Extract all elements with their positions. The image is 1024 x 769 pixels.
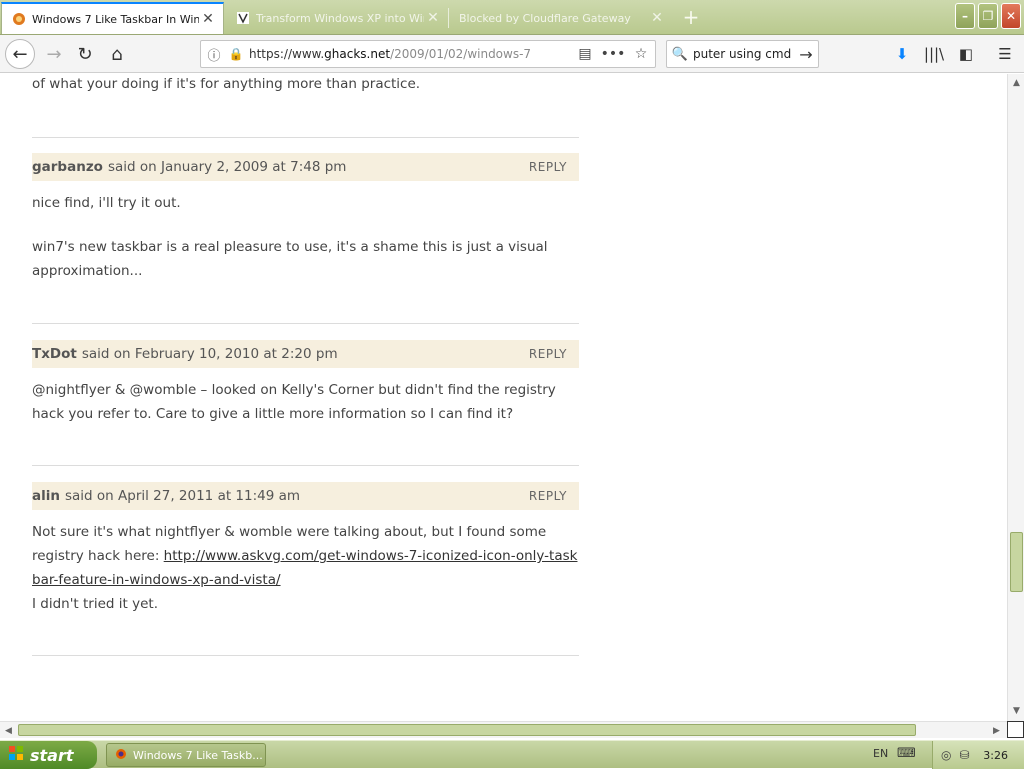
close-tab-icon[interactable]: ✕ xyxy=(424,9,442,27)
firefox-icon xyxy=(115,748,127,763)
close-window-button[interactable]: ✕ xyxy=(1001,3,1021,29)
comment-divider xyxy=(32,465,579,466)
os-taskbar: start Windows 7 Like Taskb... EN ⌨ ◎ ⛁ 3… xyxy=(0,740,1024,769)
browser-window: Windows 7 Like Taskbar In Window ✕ Trans… xyxy=(0,0,1024,740)
clock[interactable]: 3:26 xyxy=(983,749,1008,762)
windows-flag-icon xyxy=(8,745,24,765)
keyboard-icon[interactable]: ⌨ xyxy=(897,746,916,761)
search-bar[interactable]: 🔍 puter using cmd → xyxy=(666,40,819,68)
url-bar[interactable]: ⓘ 🔒 https://www.ghacks.net/2009/01/02/wi… xyxy=(200,40,656,68)
scroll-up-icon[interactable]: ▲ xyxy=(1010,76,1023,89)
horizontal-scrollbar[interactable]: ◀ ▶ xyxy=(0,721,1007,738)
comment-paragraph: @nightflyer & @womble – looked on Kelly'… xyxy=(32,382,556,422)
vertical-scroll-thumb[interactable] xyxy=(1010,532,1023,592)
comment-paragraph: Not sure it's what nightflyer & womble w… xyxy=(32,524,578,612)
taskbar-window-button[interactable]: Windows 7 Like Taskb... xyxy=(106,743,266,767)
minimize-button[interactable]: – xyxy=(955,3,975,29)
start-button[interactable]: start xyxy=(0,741,97,769)
url-text[interactable]: https://www.ghacks.net/2009/01/02/window… xyxy=(245,47,571,61)
reload-icon[interactable]: ↻ xyxy=(71,40,99,68)
tab-windows7-taskbar[interactable]: Windows 7 Like Taskbar In Window ✕ xyxy=(1,2,224,34)
previous-comment-tail: of what your doing if it's for anything … xyxy=(32,76,421,92)
comment-divider xyxy=(32,655,579,656)
tab-transform-xp[interactable]: Transform Windows XP into Wind ✕ xyxy=(226,2,448,34)
comment-author[interactable]: alin xyxy=(32,488,60,504)
sidebar-icon[interactable]: ◧ xyxy=(953,41,979,67)
tab-strip: Windows 7 Like Taskbar In Window ✕ Trans… xyxy=(0,0,1024,35)
search-go-icon[interactable]: → xyxy=(794,45,818,64)
comment-date: said on January 2, 2009 at 7:48 pm xyxy=(107,159,347,175)
close-tab-icon[interactable]: ✕ xyxy=(648,9,666,27)
scroll-down-icon[interactable]: ▼ xyxy=(1010,704,1023,717)
download-icon[interactable]: ⬇ xyxy=(889,41,915,67)
comment-author[interactable]: TxDot xyxy=(32,346,77,362)
scroll-left-icon[interactable]: ◀ xyxy=(2,724,15,737)
horizontal-scroll-thumb[interactable] xyxy=(18,724,916,736)
lock-icon[interactable]: 🔒 xyxy=(227,47,245,61)
ghacks-icon xyxy=(12,12,26,26)
comment-author[interactable]: garbanzo xyxy=(32,159,103,175)
close-tab-icon[interactable]: ✕ xyxy=(199,10,217,28)
comment-paragraph: win7's new taskbar is a real pleasure to… xyxy=(32,239,548,279)
safely-remove-icon[interactable]: ⛁ xyxy=(959,748,969,762)
reply-link[interactable]: REPLY xyxy=(529,160,567,174)
system-tray: ◎ ⛁ 3:26 xyxy=(932,741,1024,769)
reply-link[interactable]: REPLY xyxy=(529,489,567,503)
bookmark-star-icon[interactable]: ☆ xyxy=(627,46,655,62)
page-content: of what your doing if it's for anything … xyxy=(0,74,1007,721)
reader-view-icon[interactable]: ▤ xyxy=(571,46,599,62)
comment-date: said on April 27, 2011 at 11:49 am xyxy=(64,488,301,504)
forward-icon[interactable]: → xyxy=(40,40,68,68)
tab-title: Blocked by Cloudflare Gateway xyxy=(459,11,631,25)
comment-divider xyxy=(32,137,579,138)
hamburger-menu-icon[interactable]: ☰ xyxy=(992,41,1018,67)
info-icon[interactable]: ⓘ xyxy=(201,45,227,64)
home-icon[interactable]: ⌂ xyxy=(103,40,131,68)
scroll-right-icon[interactable]: ▶ xyxy=(990,724,1003,737)
comment-divider xyxy=(32,323,579,324)
search-input[interactable]: puter using cmd xyxy=(693,47,794,61)
bookmark-icon xyxy=(236,11,250,25)
search-icon: 🔍 xyxy=(671,46,689,62)
comment-header: garbanzo said on January 2, 2009 at 7:48… xyxy=(32,153,579,181)
reply-link[interactable]: REPLY xyxy=(529,347,567,361)
tab-title: Transform Windows XP into Wind xyxy=(256,11,424,25)
back-icon[interactable]: ← xyxy=(5,39,35,69)
comment-header: alin said on April 27, 2011 at 11:49 am … xyxy=(32,482,579,510)
comment-paragraph: nice find, i'll try it out. xyxy=(32,195,181,211)
vertical-scrollbar[interactable]: ▲ ▼ xyxy=(1007,74,1024,721)
language-indicator[interactable]: EN xyxy=(873,747,888,760)
comment-header: TxDot said on February 10, 2010 at 2:20 … xyxy=(32,340,579,368)
tab-cloudflare-blocked[interactable]: Blocked by Cloudflare Gateway ✕ xyxy=(449,2,672,34)
page-actions-icon[interactable]: ••• xyxy=(599,46,627,62)
library-icon[interactable]: |||\ xyxy=(921,41,947,67)
new-tab-icon[interactable]: + xyxy=(680,5,702,29)
comment-date: said on February 10, 2010 at 2:20 pm xyxy=(81,346,338,362)
navigation-toolbar: ← → ↻ ⌂ ⓘ 🔒 https://www.ghacks.net/2009/… xyxy=(0,35,1024,73)
tab-title: Windows 7 Like Taskbar In Window xyxy=(32,12,199,26)
scrollbar-corner xyxy=(1007,721,1024,738)
network-icon[interactable]: ◎ xyxy=(941,748,951,762)
restore-button[interactable]: ❐ xyxy=(978,3,998,29)
